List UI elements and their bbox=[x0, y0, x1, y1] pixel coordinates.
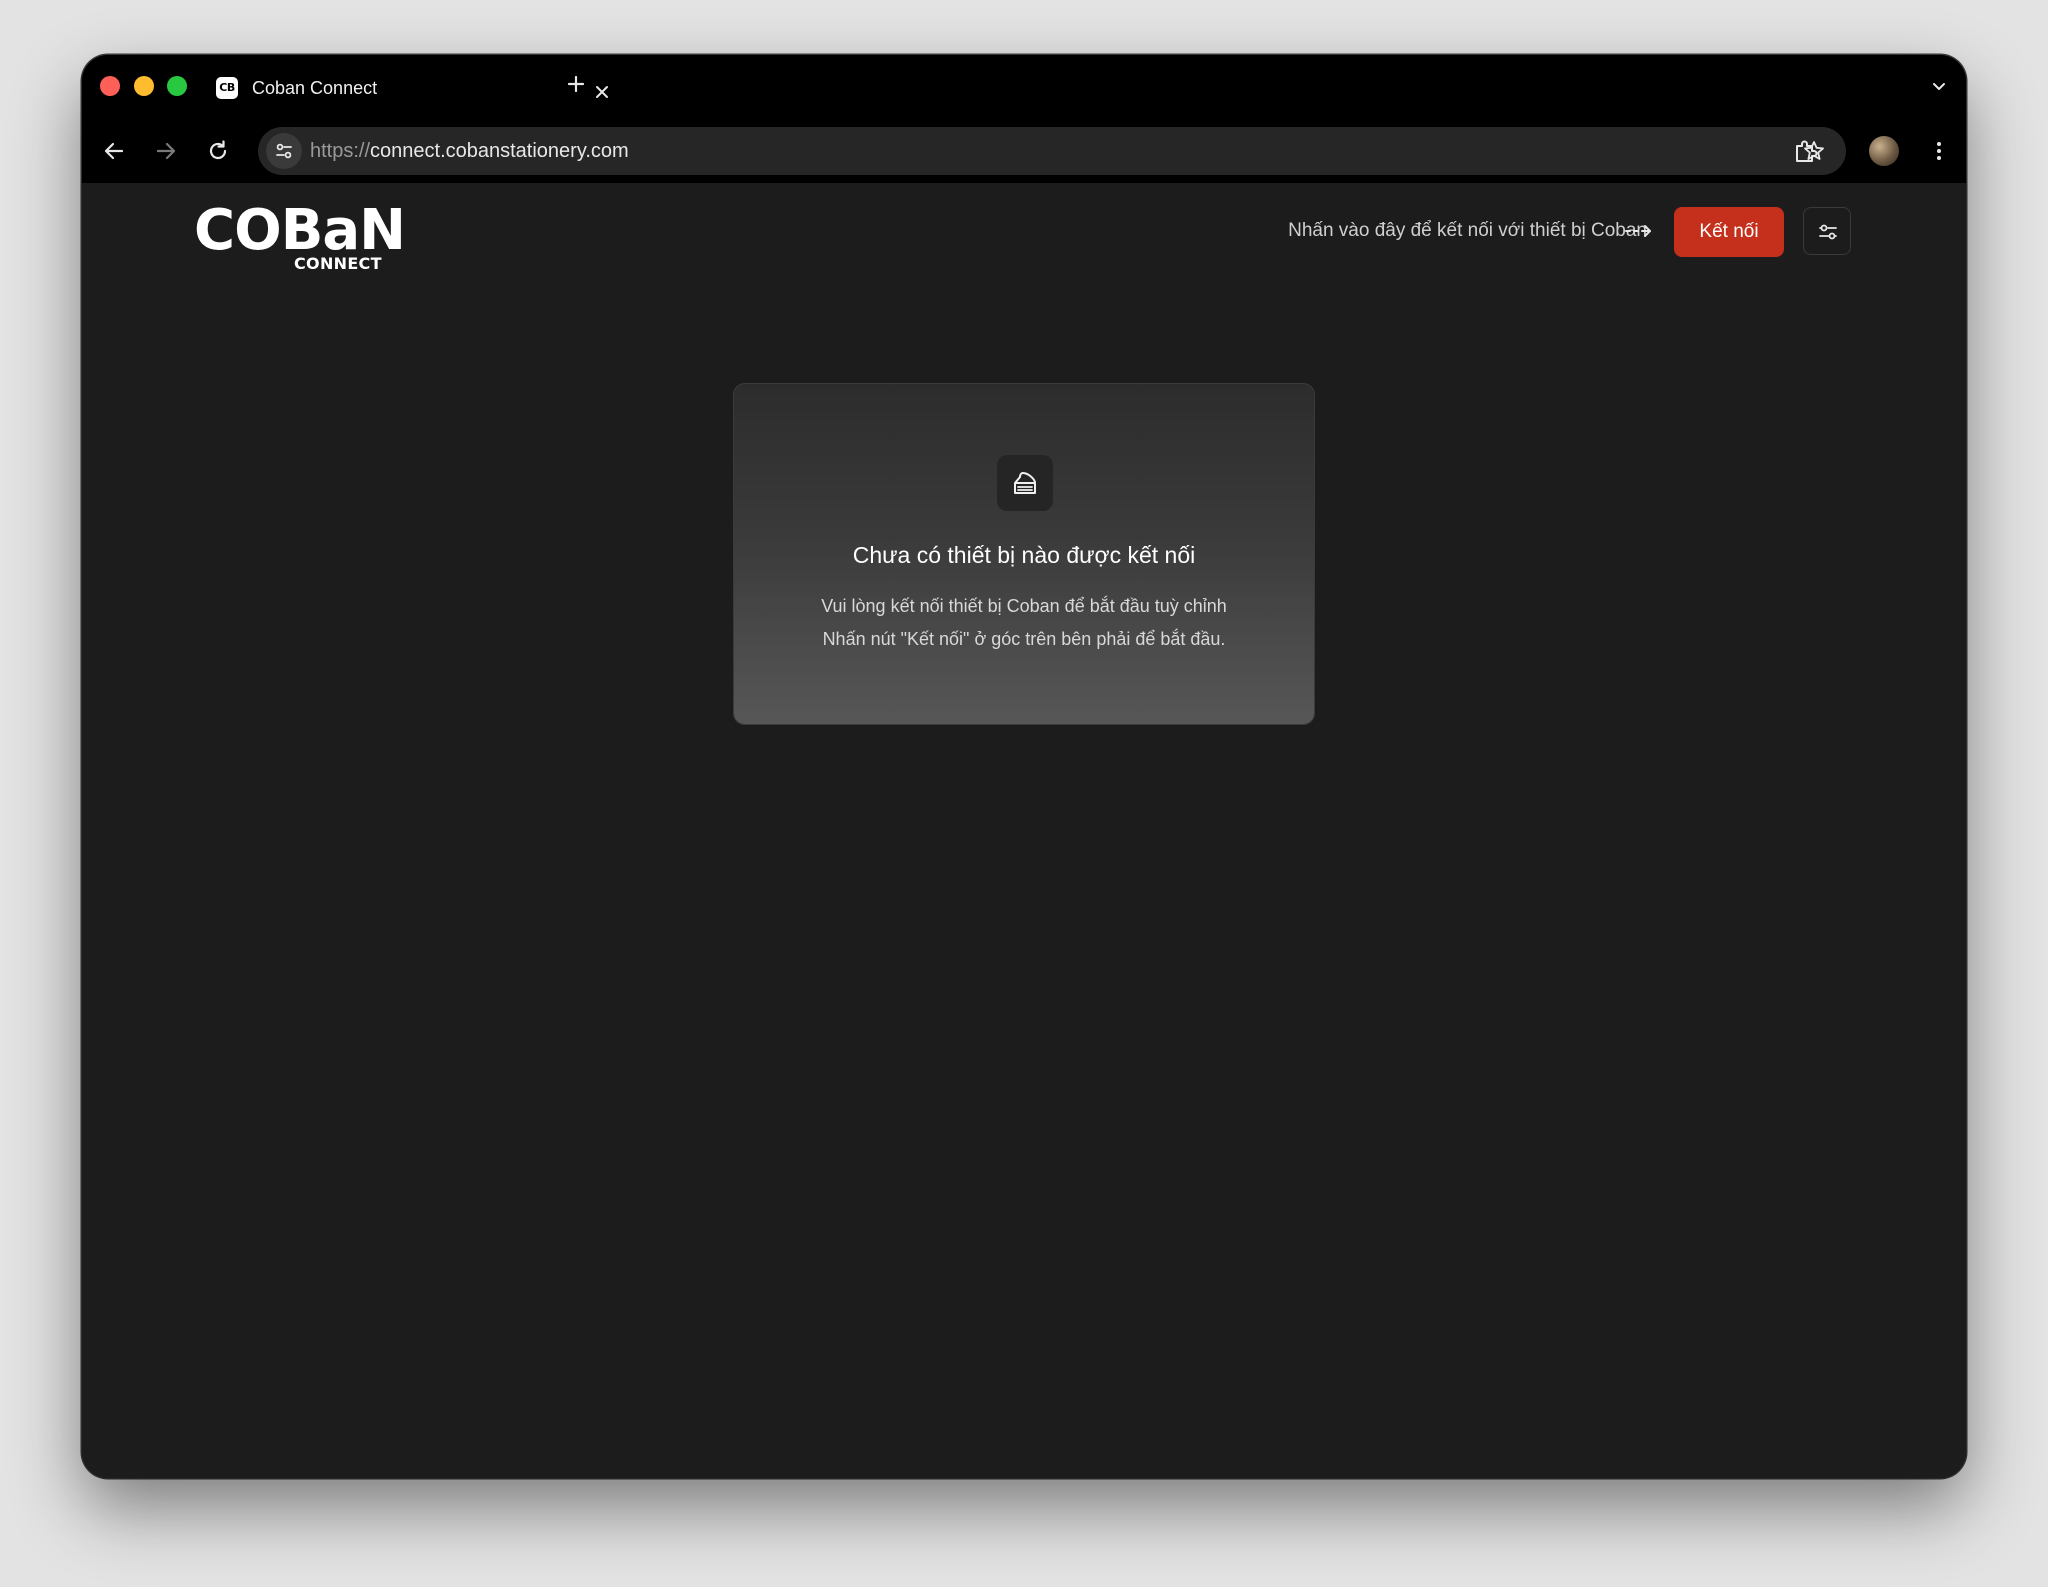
reload-icon[interactable] bbox=[206, 139, 230, 163]
profile-avatar[interactable] bbox=[1869, 136, 1899, 166]
arrow-left-icon[interactable] bbox=[102, 139, 126, 163]
logo-wordmark: COBaN bbox=[194, 198, 406, 263]
logo-subtitle: CONNECT bbox=[294, 254, 382, 273]
maximize-window-button[interactable] bbox=[167, 76, 187, 96]
empty-state-description: Vui lòng kết nối thiết bị Coban để bắt đ… bbox=[821, 596, 1227, 616]
page-content: COBaN CONNECT Nhấn vào đây để kết nối vớ… bbox=[82, 183, 1966, 1478]
browser-window: CB Coban Connect https://connect.cobanst… bbox=[82, 55, 1966, 1478]
favicon-icon: CB bbox=[216, 77, 238, 99]
arrow-right-icon[interactable] bbox=[154, 139, 178, 163]
empty-state-instruction: Nhấn nút "Kết nối" ở góc trên bên phải đ… bbox=[822, 629, 1226, 649]
plus-icon[interactable] bbox=[566, 74, 586, 94]
chevron-down-icon[interactable] bbox=[1930, 77, 1948, 95]
connect-button[interactable]: Kết nối bbox=[1674, 207, 1784, 257]
empty-state-title: Chưa có thiết bị nào được kết nối bbox=[852, 542, 1196, 568]
browser-toolbar: https://connect.cobanstationery.com bbox=[82, 119, 1966, 184]
site-settings-button[interactable] bbox=[266, 133, 302, 169]
tab-title: Coban Connect bbox=[252, 78, 378, 98]
empty-state-card: Chưa có thiết bị nào được kết nối Vui lò… bbox=[733, 383, 1315, 725]
empty-state-icon-box bbox=[997, 455, 1053, 511]
url-text[interactable]: https://connect.cobanstationery.com bbox=[310, 140, 629, 162]
tab-strip: CB Coban Connect bbox=[82, 55, 1966, 119]
dashed-arrow-right-icon bbox=[1625, 225, 1651, 237]
url-host: connect.cobanstationery.com bbox=[370, 140, 629, 162]
sliders-icon bbox=[1819, 224, 1837, 240]
cake-icon bbox=[1014, 472, 1036, 494]
settings-button[interactable] bbox=[1803, 207, 1851, 255]
coban-logo[interactable]: COBaN CONNECT bbox=[194, 201, 406, 277]
connect-hint: Nhấn vào đây để kết nối với thiết bị Cob… bbox=[1288, 220, 1647, 241]
address-bar[interactable]: https://connect.cobanstationery.com bbox=[258, 127, 1846, 175]
kebab-icon[interactable] bbox=[1927, 139, 1951, 163]
url-scheme: https:// bbox=[310, 140, 371, 162]
minimize-window-button[interactable] bbox=[134, 76, 154, 96]
close-icon[interactable] bbox=[594, 84, 610, 100]
close-window-button[interactable] bbox=[100, 76, 120, 96]
puzzle-icon[interactable] bbox=[1792, 137, 1820, 165]
tab-coban-connect[interactable]: CB Coban Connect bbox=[210, 65, 608, 109]
tune-icon bbox=[276, 143, 292, 159]
